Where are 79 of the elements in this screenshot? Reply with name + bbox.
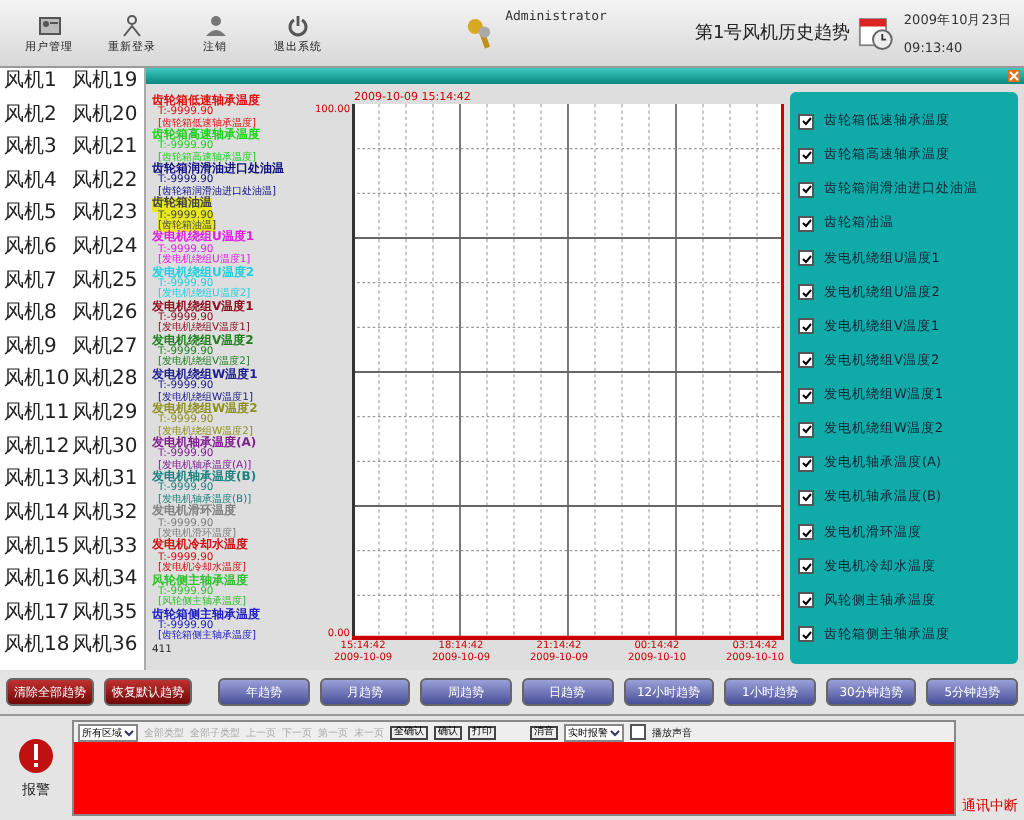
turbine-item[interactable]: 风机6 (4, 236, 72, 270)
calendar-clock-icon (858, 13, 896, 53)
check-icon (801, 492, 811, 503)
turbine-item[interactable]: 风机3 (4, 136, 72, 170)
close-icon[interactable] (1008, 70, 1020, 82)
turbine-item[interactable]: 风机9 (4, 335, 72, 369)
turbine-item[interactable]: 风机8 (4, 302, 72, 336)
checkbox[interactable] (798, 147, 814, 164)
turbine-item[interactable]: 风机20 (72, 103, 140, 137)
power-icon (286, 13, 311, 37)
turbine-item[interactable]: 风机11 (4, 402, 72, 436)
checkbox[interactable] (798, 455, 814, 472)
page-title: 第1号风机历史趋势 (694, 21, 851, 46)
turbine-item[interactable]: 风机23 (72, 202, 140, 237)
turbine-item[interactable]: 风机34 (72, 568, 140, 602)
turbine-item[interactable]: 风机2 (4, 103, 72, 137)
checkbox[interactable] (798, 387, 814, 404)
turbine-item[interactable]: 风机19 (72, 70, 140, 104)
check-icon (801, 321, 811, 332)
checkbox[interactable] (798, 558, 814, 575)
turbine-item[interactable]: 风机14 (4, 501, 72, 536)
turbine-item[interactable]: 风机30 (72, 435, 140, 469)
turbine-item[interactable]: 风机27 (72, 335, 140, 369)
turbine-item[interactable]: 风机25 (72, 269, 140, 303)
turbine-item[interactable]: 风机29 (72, 402, 140, 436)
check-icon (801, 184, 811, 195)
turbine-item[interactable]: 风机36 (72, 634, 140, 668)
checkbox[interactable] (798, 215, 814, 232)
dropdown-icon (124, 727, 134, 737)
check-icon (801, 150, 811, 161)
check-icon (801, 218, 811, 229)
turbine-item[interactable]: 风机33 (72, 535, 140, 569)
checkbox[interactable] (798, 592, 814, 609)
person-outline-icon (120, 13, 145, 37)
turbine-item[interactable]: 风机18 (4, 634, 72, 668)
check-icon (801, 253, 811, 264)
user-card-icon (37, 13, 62, 37)
turbine-item[interactable]: 风机21 (72, 136, 140, 170)
checkbox[interactable] (798, 181, 814, 198)
turbine-item[interactable]: 风机5 (4, 202, 72, 237)
check-icon (801, 561, 811, 572)
turbine-item[interactable]: 风机28 (72, 368, 140, 403)
turbine-item[interactable]: 风机26 (72, 302, 140, 336)
checkbox[interactable] (798, 626, 814, 643)
checkbox[interactable] (798, 113, 814, 130)
checkbox[interactable] (798, 421, 814, 438)
turbine-item[interactable]: 风机7 (4, 269, 72, 303)
check-icon (801, 287, 811, 298)
checkbox[interactable] (798, 352, 814, 369)
turbine-item[interactable]: 风机10 (4, 368, 72, 403)
check-icon (801, 458, 811, 469)
turbine-item[interactable]: 风机12 (4, 435, 72, 469)
check-icon (801, 390, 811, 401)
turbine-item[interactable]: 风机22 (72, 169, 140, 203)
checkbox[interactable] (798, 318, 814, 335)
check-icon (801, 355, 811, 366)
check-icon (801, 629, 811, 640)
turbine-item[interactable]: 风机13 (4, 468, 72, 502)
check-icon (801, 116, 811, 127)
turbine-item[interactable]: 风机24 (72, 236, 140, 270)
turbine-item[interactable]: 风机17 (4, 601, 72, 635)
sound-checkbox[interactable] (630, 724, 646, 740)
checkbox[interactable] (798, 284, 814, 301)
check-icon (801, 595, 811, 606)
person-icon (203, 13, 228, 37)
dropdown-icon (610, 727, 620, 737)
turbine-item[interactable]: 风机16 (4, 568, 72, 602)
checkbox[interactable] (798, 489, 814, 506)
turbine-item[interactable]: 风机31 (72, 468, 140, 502)
check-icon (801, 527, 811, 538)
turbine-item[interactable]: 风机35 (72, 601, 140, 635)
alarm-icon (18, 737, 54, 773)
turbine-item[interactable]: 风机4 (4, 169, 72, 203)
checkbox[interactable] (798, 250, 814, 267)
turbine-item[interactable]: 风机15 (4, 535, 72, 569)
checkbox[interactable] (798, 524, 814, 541)
turbine-item[interactable]: 风机1 (4, 70, 72, 104)
turbine-item[interactable]: 风机32 (72, 501, 140, 536)
check-icon (801, 424, 811, 435)
